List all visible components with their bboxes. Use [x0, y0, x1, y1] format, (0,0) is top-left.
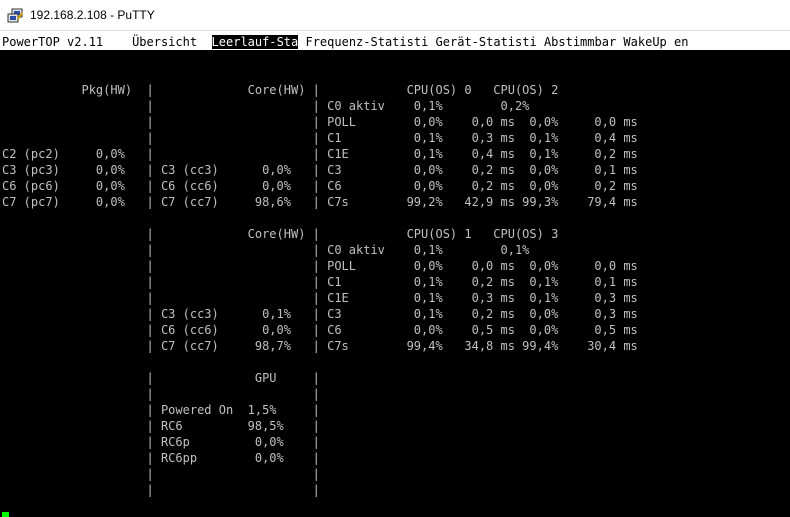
stats-line: Pkg(HW) | Core(HW) | CPU(OS) 0 CPU(OS) 2	[2, 83, 559, 97]
stats-line: | Powered On 1,5% |	[2, 403, 320, 417]
stats-line: | |	[2, 467, 320, 481]
window-title: 192.168.2.108 - PuTTY	[30, 8, 155, 22]
tab-device-stats[interactable]: Gerät-Statisti	[436, 35, 537, 49]
terminal-cursor	[2, 512, 9, 517]
putty-icon	[7, 8, 23, 23]
stats-line: | RC6p 0,0% |	[2, 435, 320, 449]
stats-line: | | C0 aktiv 0,1% 0,1%	[2, 243, 530, 257]
stats-line: | | C1 0,1% 0,2 ms 0,1% 0,1 ms	[2, 275, 638, 289]
stats-line: | GPU |	[2, 371, 320, 385]
stats-line: | | C1E 0,1% 0,3 ms 0,1% 0,3 ms	[2, 291, 638, 305]
stats-line: C2 (pc2) 0,0% | | C1E 0,1% 0,4 ms 0,1% 0…	[2, 147, 638, 161]
stats-line: | | POLL 0,0% 0,0 ms 0,0% 0,0 ms	[2, 115, 638, 129]
stats-line: | Core(HW) | CPU(OS) 1 CPU(OS) 3	[2, 227, 559, 241]
terminal-area[interactable]: PowerTOP v2.11 Übersicht Leerlauf-Sta Fr…	[0, 34, 790, 517]
stats-line: | |	[2, 483, 320, 497]
stats-line: | C7 (cc7) 98,7% | C7s 99,4% 34,8 ms 99,…	[2, 339, 638, 353]
tab-tunables[interactable]: Abstimmbar	[544, 35, 616, 49]
stats-line: | RC6pp 0,0% |	[2, 451, 320, 465]
stats-line: | C3 (cc3) 0,1% | C3 0,1% 0,2 ms 0,0% 0,…	[2, 307, 638, 321]
stats-line: C6 (pc6) 0,0% | C6 (cc6) 0,0% | C6 0,0% …	[2, 179, 638, 193]
idle-stats-screen: Pkg(HW) | Core(HW) | CPU(OS) 0 CPU(OS) 2…	[2, 82, 638, 498]
tab-idle-stats[interactable]: Leerlauf-Sta	[211, 35, 299, 49]
stats-line: | | C1 0,1% 0,3 ms 0,1% 0,4 ms	[2, 131, 638, 145]
tab-frequency-stats[interactable]: Frequenz-Statisti	[305, 35, 428, 49]
window-titlebar[interactable]: 192.168.2.108 - PuTTY	[0, 0, 790, 31]
stats-line: | C6 (cc6) 0,0% | C6 0,0% 0,5 ms 0,0% 0,…	[2, 323, 638, 337]
stats-line: | | POLL 0,0% 0,0 ms 0,0% 0,0 ms	[2, 259, 638, 273]
stats-line: | |	[2, 387, 320, 401]
tab-list: PowerTOP v2.11 Übersicht Leerlauf-Sta Fr…	[2, 34, 688, 50]
tab-wakeups[interactable]: WakeUp en	[623, 35, 688, 49]
stats-line: | | C0 aktiv 0,1% 0,2%	[2, 99, 530, 113]
tab-powertop-version[interactable]: PowerTOP v2.11	[2, 35, 103, 49]
stats-line: C3 (pc3) 0,0% | C3 (cc3) 0,0% | C3 0,0% …	[2, 163, 638, 177]
tab-overview[interactable]: Übersicht	[132, 35, 197, 49]
stats-line: C7 (pc7) 0,0% | C7 (cc7) 98,6% | C7s 99,…	[2, 195, 638, 209]
stats-line: | RC6 98,5% |	[2, 419, 320, 433]
powertop-tab-bar: PowerTOP v2.11 Übersicht Leerlauf-Sta Fr…	[0, 34, 790, 50]
